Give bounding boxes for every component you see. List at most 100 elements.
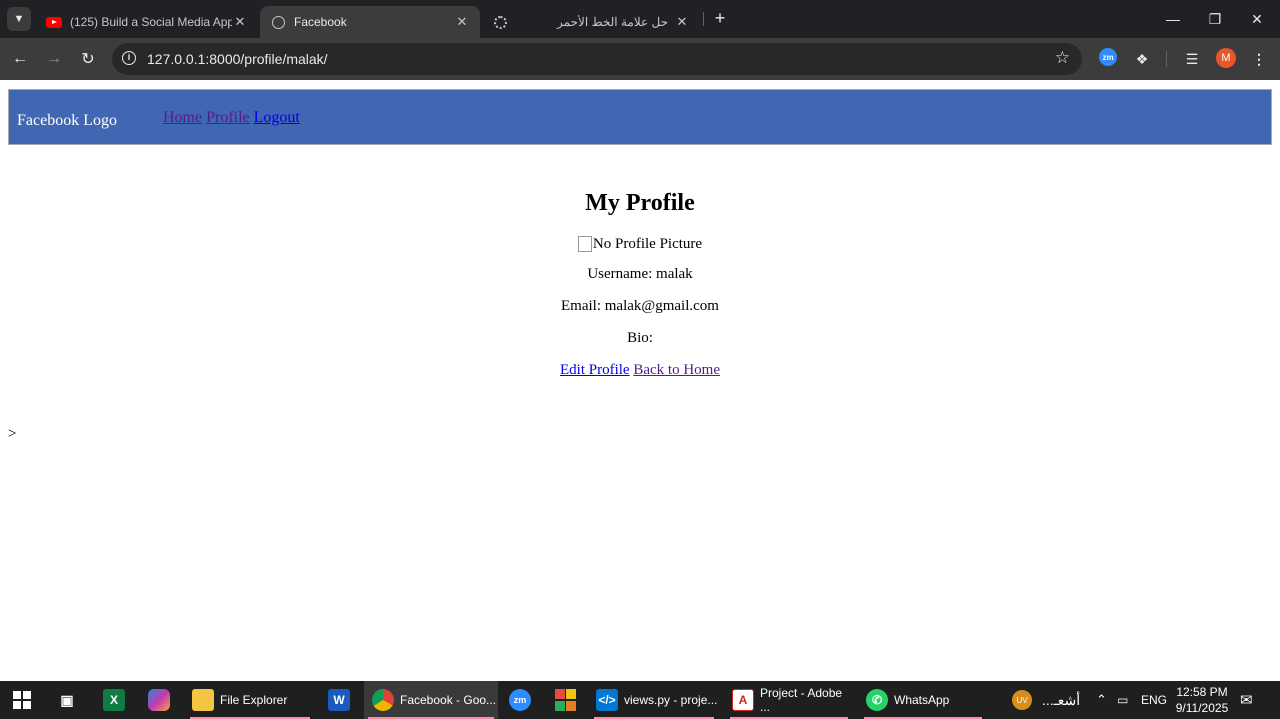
site-nav: Home Profile Logout	[163, 109, 300, 127]
facebook-logo[interactable]: Facebook Logo	[17, 112, 117, 130]
language-indicator[interactable]: ENG	[1141, 681, 1167, 719]
stray-text: >	[8, 426, 17, 442]
taskbar-app-grid[interactable]	[554, 681, 582, 719]
site-info-icon[interactable]: i	[122, 51, 136, 65]
restore-icon: ❐	[1208, 10, 1222, 27]
tab-title: Facebook	[294, 15, 347, 29]
reload-button[interactable]: ↻	[76, 47, 100, 71]
close-icon: ✕	[1251, 10, 1263, 27]
nav-profile-link[interactable]: Profile	[206, 109, 250, 126]
profile-section: My Profile No Profile Picture Username: …	[0, 190, 1280, 379]
minimize-button[interactable]: —	[1152, 0, 1194, 38]
taskbar-label: Project - Adobe ...	[760, 686, 843, 714]
email-text: Email: malak@gmail.com	[561, 298, 719, 314]
task-view-button[interactable]: ▣	[56, 681, 84, 719]
browser-toolbar: ← → ↻ i 127.0.0.1:8000/profile/malak/ ☆ …	[0, 38, 1280, 80]
windows-logo-icon	[13, 691, 31, 709]
taskbar-word[interactable]: W	[328, 681, 356, 719]
taskbar-label: views.py - proje...	[624, 693, 718, 707]
reading-list-icon[interactable]: ☰	[1181, 48, 1203, 70]
taskbar-vscode[interactable]: </> views.py - proje...	[590, 681, 718, 719]
file-explorer-icon	[192, 689, 214, 711]
whatsapp-icon: ✆	[866, 689, 888, 711]
nav-home-link[interactable]: Home	[163, 109, 202, 126]
arrow-right-icon: →	[46, 50, 62, 67]
tab-divider	[703, 12, 704, 26]
bookmark-star-icon[interactable]: ☆	[1055, 48, 1070, 68]
back-button[interactable]: ←	[8, 47, 32, 71]
taskbar-zoom[interactable]: zm	[509, 681, 537, 719]
taskbar-copilot[interactable]	[148, 681, 176, 719]
tab-search-button[interactable]: ▼	[7, 7, 31, 31]
youtube-icon	[46, 14, 62, 30]
notification-text: أشعـ...	[1042, 691, 1081, 708]
minimize-icon: —	[1166, 11, 1180, 27]
site-header: Facebook Logo Home Profile Logout	[8, 89, 1272, 145]
vscode-icon: </>	[596, 689, 618, 711]
taskbar-acrobat[interactable]: A Project - Adobe ...	[726, 681, 852, 719]
tab-chatgpt[interactable]: حل علامة الخط الأحمر ✕	[482, 6, 700, 38]
app-grid-icon	[554, 689, 576, 711]
zoom-extension-icon[interactable]: zm	[1099, 48, 1117, 66]
menu-icon[interactable]: ⋮	[1250, 48, 1268, 70]
forward-button[interactable]: →	[42, 47, 66, 71]
reload-icon: ↻	[81, 51, 95, 68]
taskbar-excel[interactable]: X	[103, 681, 131, 719]
copilot-icon	[148, 689, 170, 711]
taskbar-chrome[interactable]: Facebook - Goo...	[364, 681, 498, 719]
globe-icon	[270, 14, 286, 30]
clock-date: 9/11/2025	[1175, 701, 1229, 715]
taskbar-label: WhatsApp	[894, 693, 950, 707]
task-view-icon: ▣	[60, 691, 74, 708]
close-window-button[interactable]: ✕	[1236, 0, 1278, 38]
clock-time: 12:58 PM	[1176, 685, 1228, 699]
page-title: My Profile	[585, 190, 695, 216]
excel-icon: X	[103, 689, 125, 711]
close-icon[interactable]: ✕	[232, 14, 248, 30]
chatgpt-icon	[492, 14, 508, 30]
chrome-icon	[372, 689, 394, 711]
zoom-icon: zm	[509, 689, 531, 711]
tray-network-battery[interactable]: ▭	[1117, 681, 1128, 719]
restore-button[interactable]: ❐	[1194, 0, 1236, 38]
taskbar-whatsapp[interactable]: ✆ WhatsApp	[860, 681, 986, 719]
chevron-up-icon: ⌃	[1096, 692, 1107, 707]
toolbar-divider	[1166, 51, 1167, 67]
battery-icon: ▭	[1117, 693, 1129, 707]
broken-image-icon	[577, 236, 592, 252]
chevron-down-icon: ▼	[13, 13, 25, 25]
tab-title: حل علامة الخط الأحمر	[557, 15, 668, 29]
profile-avatar-icon[interactable]: M	[1216, 48, 1236, 68]
browser-tabstrip: ▼ (125) Build a Social Media App ✕ Faceb…	[0, 0, 1280, 38]
logo-alt-text: Facebook Logo	[17, 112, 117, 129]
profile-picture: No Profile Picture	[0, 236, 1280, 252]
notification-badge-icon: UV	[1012, 690, 1032, 710]
taskbar-file-explorer[interactable]: File Explorer	[186, 681, 314, 719]
profile-picture-alt: No Profile Picture	[592, 235, 703, 252]
edit-profile-link[interactable]: Edit Profile	[560, 362, 630, 378]
tray-overflow-button[interactable]: ⌃	[1096, 681, 1107, 719]
new-tab-button[interactable]: +	[710, 8, 730, 28]
username-text: Username: malak	[587, 266, 693, 282]
word-icon: W	[328, 689, 350, 711]
notification-center-button[interactable]: ✉	[1240, 681, 1253, 719]
extensions-icon[interactable]: ❖	[1131, 48, 1153, 70]
close-icon[interactable]: ✕	[454, 14, 470, 30]
nav-logout-link[interactable]: Logout	[254, 109, 300, 126]
address-bar[interactable]: i 127.0.0.1:8000/profile/malak/ ☆	[112, 43, 1082, 75]
start-button[interactable]	[10, 681, 34, 719]
notification-widget[interactable]: UV أشعـ...	[1012, 681, 1080, 719]
url-text[interactable]: 127.0.0.1:8000/profile/malak/	[147, 51, 328, 67]
chat-bubble-icon: ✉	[1240, 692, 1253, 709]
tab-facebook[interactable]: Facebook ✕	[260, 6, 480, 38]
bio-text: Bio:	[627, 330, 653, 346]
taskbar-label: File Explorer	[220, 693, 288, 707]
taskbar-label: Facebook - Goo...	[400, 693, 497, 707]
acrobat-icon: A	[732, 689, 754, 711]
profile-actions: Edit Profile Back to Home	[0, 362, 1280, 379]
back-to-home-link[interactable]: Back to Home	[633, 362, 720, 378]
windows-taskbar: ▣ X File Explorer W Facebook - Goo... zm…	[0, 681, 1280, 719]
close-icon[interactable]: ✕	[674, 14, 690, 30]
tab-youtube[interactable]: (125) Build a Social Media App ✕	[36, 6, 258, 38]
taskbar-clock[interactable]: 12:58 PM 9/11/2025	[1172, 684, 1232, 716]
